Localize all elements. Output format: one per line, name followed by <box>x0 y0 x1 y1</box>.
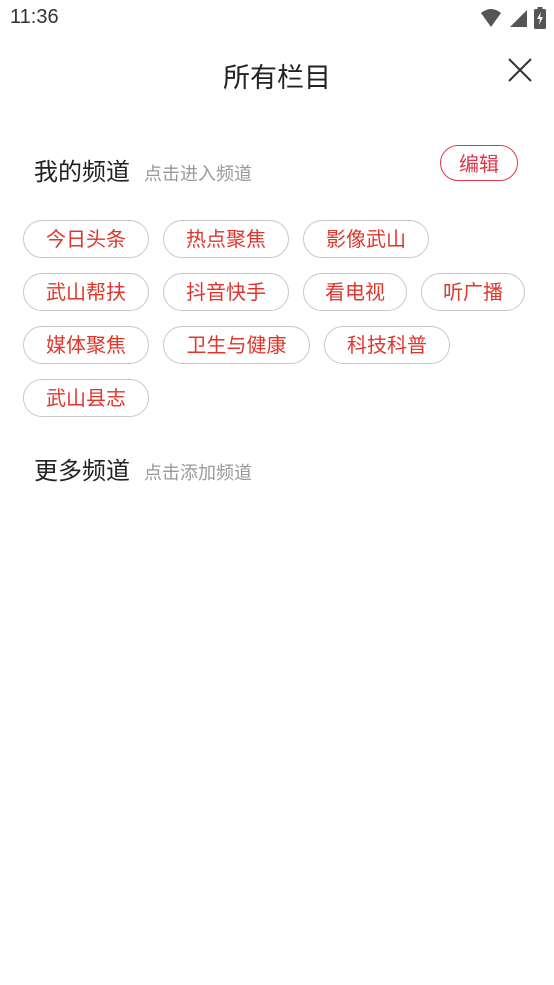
close-icon[interactable] <box>506 56 534 84</box>
my-channels-list: 今日头条 热点聚焦 影像武山 武山帮扶 抖音快手 看电视 听广播 媒体聚焦 卫生… <box>23 220 533 432</box>
my-channels-header: 我的频道 点击进入频道 <box>34 152 252 187</box>
channel-row: 武山县志 <box>23 379 533 417</box>
channel-chip[interactable]: 看电视 <box>303 273 407 311</box>
my-channels-title: 我的频道 <box>34 158 130 186</box>
channel-chip[interactable]: 今日头条 <box>23 220 149 258</box>
channel-row: 今日头条 热点聚焦 影像武山 <box>23 220 533 258</box>
channel-chip[interactable]: 武山帮扶 <box>23 273 149 311</box>
channel-chip[interactable]: 热点聚焦 <box>163 220 289 258</box>
channel-chip[interactable]: 卫生与健康 <box>163 326 310 364</box>
channel-chip[interactable]: 科技科普 <box>324 326 450 364</box>
channel-chip[interactable]: 听广播 <box>421 273 525 311</box>
channel-chip[interactable]: 媒体聚焦 <box>23 326 149 364</box>
status-icons <box>480 7 546 29</box>
page-title: 所有栏目 <box>223 63 331 94</box>
channel-chip[interactable]: 影像武山 <box>303 220 429 258</box>
channel-chip[interactable]: 武山县志 <box>23 379 149 417</box>
more-channels-title: 更多频道 <box>34 457 130 485</box>
status-bar: 11:36 <box>0 0 554 40</box>
battery-icon <box>534 7 546 29</box>
channel-row: 武山帮扶 抖音快手 看电视 听广播 <box>23 273 533 311</box>
signal-icon <box>510 10 527 27</box>
header: 所有栏目 <box>0 48 554 104</box>
channel-chip[interactable]: 抖音快手 <box>163 273 289 311</box>
channel-row: 媒体聚焦 卫生与健康 科技科普 <box>23 326 533 364</box>
my-channels-hint: 点击进入频道 <box>144 164 252 185</box>
status-time: 11:36 <box>10 6 59 28</box>
more-channels-hint: 点击添加频道 <box>144 463 252 484</box>
more-channels-header: 更多频道 点击添加频道 <box>34 451 252 486</box>
wifi-icon <box>481 9 501 27</box>
edit-button[interactable]: 编辑 <box>440 145 518 181</box>
